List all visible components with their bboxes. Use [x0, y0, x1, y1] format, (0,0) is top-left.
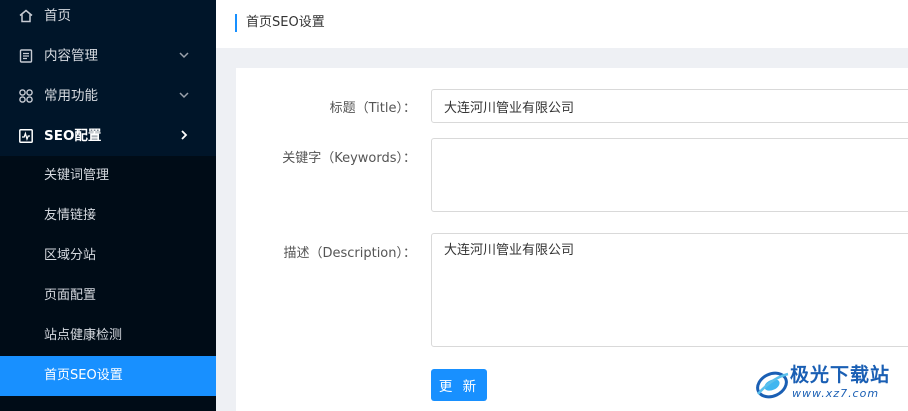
- chevron-right-icon: [181, 130, 188, 140]
- submenu-item-label: 关键词管理: [44, 168, 110, 183]
- watermark-url: www.xz7.com: [792, 387, 880, 400]
- submenu-item-home-seo[interactable]: 首页SEO设置: [0, 356, 216, 396]
- sidebar-item-label: 首页: [44, 8, 71, 24]
- submenu-item-page-config[interactable]: 页面配置: [0, 276, 216, 316]
- sidebar-item-seo-config[interactable]: SEO配置: [0, 116, 216, 156]
- home-icon: [19, 9, 33, 23]
- submenu-item-label: 友情链接: [44, 208, 97, 223]
- page-header: 首页SEO设置: [216, 0, 908, 48]
- sidebar-item-home[interactable]: 首页: [0, 0, 216, 36]
- seo-submenu: 关键词管理 友情链接 区域分站 页面配置 站点健康检测 首页SEO设置: [0, 156, 216, 411]
- watermark-text: 极光下载站: [790, 364, 891, 386]
- sidebar-item-content-management[interactable]: 内容管理: [0, 36, 216, 76]
- submenu-item-label: 站点健康检测: [44, 328, 123, 343]
- submenu-item-site-health[interactable]: 站点健康检测: [0, 316, 216, 356]
- submenu-item-label: 页面配置: [44, 288, 97, 303]
- page-title: 首页SEO设置: [246, 15, 325, 30]
- description-field-label: 描述（Description）：: [283, 246, 416, 261]
- title-field-label: 标题（Title）：: [329, 101, 416, 116]
- update-button[interactable]: 更 新: [431, 369, 487, 401]
- sidebar-item-common-functions[interactable]: 常用功能: [0, 76, 216, 116]
- title-accent-bar: [235, 14, 237, 32]
- submenu-item-keyword-management[interactable]: 关键词管理: [0, 156, 216, 196]
- submenu-item-regional-sites[interactable]: 区域分站: [0, 236, 216, 276]
- chart-icon: [19, 129, 33, 143]
- watermark-logo-icon: [756, 371, 789, 399]
- keywords-textarea[interactable]: [431, 138, 908, 212]
- grid-icon: [19, 89, 33, 103]
- description-textarea[interactable]: 大连河川管业有限公司: [431, 233, 908, 347]
- submenu-item-label: 首页SEO设置: [44, 368, 123, 383]
- app-root: 首页 内容管理 常用功能 SEO配置 关键词管理 友情链接 区域分站 页面配置 …: [0, 0, 908, 411]
- keywords-field-label: 关键字（Keywords）：: [282, 151, 416, 166]
- sidebar-item-label: 常用功能: [44, 88, 98, 104]
- chevron-down-icon: [179, 52, 189, 59]
- sidebar: 首页 内容管理 常用功能 SEO配置 关键词管理 友情链接 区域分站 页面配置 …: [0, 0, 216, 411]
- watermark: 极光下载站 www.xz7.com: [752, 358, 908, 411]
- document-icon: [19, 49, 33, 63]
- title-input[interactable]: [431, 89, 908, 123]
- sidebar-item-label: SEO配置: [44, 128, 102, 144]
- submenu-item-label: 区域分站: [44, 248, 97, 263]
- submenu-item-friend-links[interactable]: 友情链接: [0, 196, 216, 236]
- chevron-down-icon: [179, 92, 189, 99]
- sidebar-item-label: 内容管理: [44, 48, 98, 64]
